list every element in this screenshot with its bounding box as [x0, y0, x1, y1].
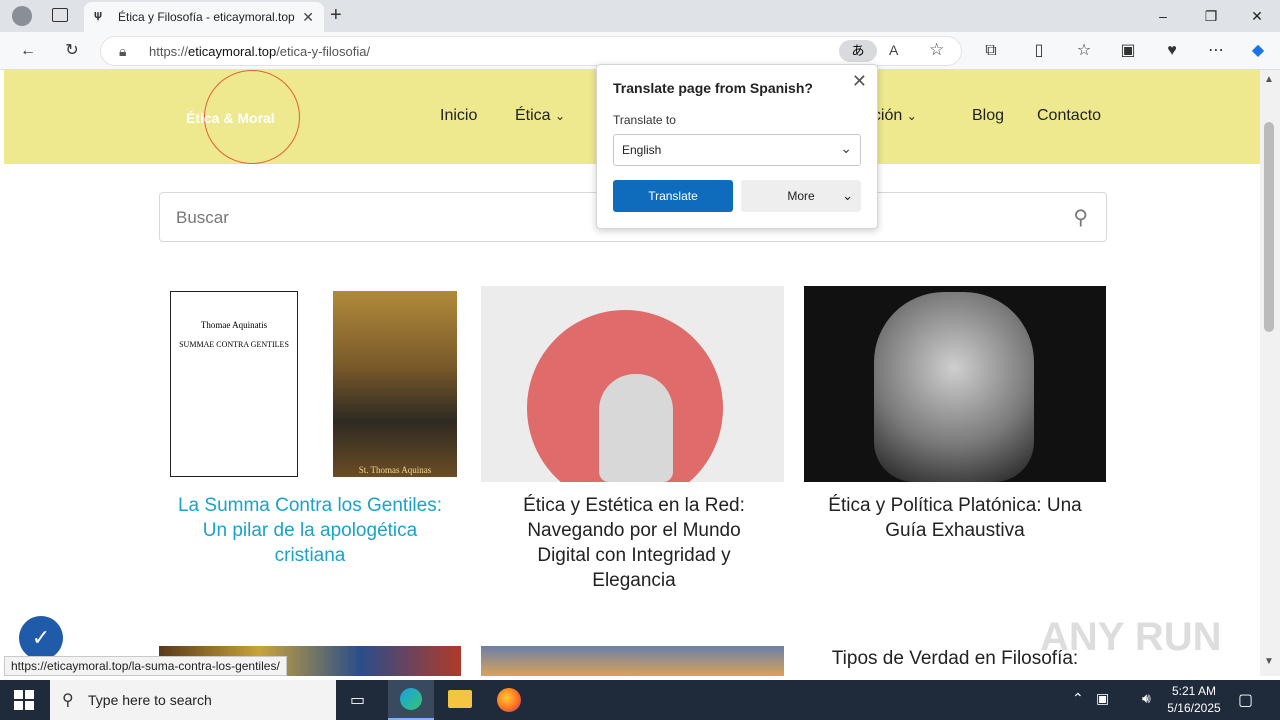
- performance-icon[interactable]: ♥: [1160, 40, 1184, 62]
- taskbar-search-input[interactable]: Type here to search: [88, 692, 212, 708]
- tab-actions-icon[interactable]: [52, 8, 68, 22]
- search-icon[interactable]: ⚲: [1073, 205, 1088, 230]
- more-menu-icon[interactable]: ⋯: [1204, 40, 1228, 62]
- browser-tab-bar: 𝛙 Ética y Filosofía - eticaymoral.top ✕ …: [0, 0, 1280, 32]
- extensions-icon[interactable]: ⧉: [979, 40, 1003, 62]
- post-title-3[interactable]: Ética y Política Platónica: Una Guía Exh…: [814, 493, 1096, 543]
- favorites-icon[interactable]: ☆: [1072, 40, 1096, 62]
- vertical-scrollbar[interactable]: ▲ ▼: [1260, 70, 1280, 676]
- new-tab-button[interactable]: +: [330, 4, 342, 27]
- accessibility-icon[interactable]: ✓: [19, 616, 63, 660]
- notifications-icon[interactable]: ▢: [1238, 690, 1253, 710]
- translate-popup: Translate page from Spanish? ✕ Translate…: [596, 64, 878, 229]
- scroll-down-icon[interactable]: ▼: [1264, 656, 1274, 667]
- volume-icon[interactable]: 🔊︎: [1142, 690, 1151, 707]
- nav-blog[interactable]: Blog: [972, 107, 1004, 125]
- book-title-text: SUMMAE CONTRA GENTILES: [179, 340, 289, 349]
- edge-taskbar-icon[interactable]: [388, 680, 434, 720]
- post-title-2[interactable]: Ética y Estética en la Red: Navegando po…: [504, 493, 764, 593]
- nav-inicio[interactable]: Inicio: [440, 107, 477, 125]
- post-image-3[interactable]: [804, 286, 1106, 482]
- statue-bust: [599, 374, 673, 482]
- status-url-tooltip: https://eticaymoral.top/la-suma-contra-l…: [4, 656, 287, 676]
- back-icon[interactable]: ←: [16, 40, 40, 62]
- scroll-thumb[interactable]: [1264, 122, 1274, 332]
- chevron-down-icon: ⌄: [840, 140, 852, 156]
- favorite-star-icon[interactable]: ☆: [929, 40, 944, 60]
- restore-button[interactable]: ❐: [1188, 4, 1234, 28]
- search-input[interactable]: Buscar: [176, 208, 229, 228]
- refresh-icon[interactable]: ↻: [60, 40, 84, 62]
- close-window-button[interactable]: ✕: [1234, 4, 1280, 28]
- close-tab-icon[interactable]: ✕: [302, 9, 314, 26]
- task-view-icon[interactable]: ▭: [350, 690, 365, 710]
- language-select-value: English: [622, 143, 662, 157]
- active-tab[interactable]: 𝛙 Ética y Filosofía - eticaymoral.top ✕: [84, 2, 324, 32]
- copilot-icon[interactable]: ◆: [1246, 40, 1270, 62]
- translate-button[interactable]: Translate: [613, 180, 733, 212]
- icon-caption-text: St. Thomas Aquinas: [358, 465, 432, 475]
- translate-icon[interactable]: あ: [839, 40, 877, 62]
- show-hidden-icons-icon[interactable]: ⌃: [1072, 690, 1084, 707]
- chevron-down-icon: ⌄: [906, 109, 917, 123]
- lock-icon[interactable]: 🔒︎: [119, 43, 126, 60]
- file-explorer-icon[interactable]: [448, 690, 472, 708]
- read-aloud-icon[interactable]: A: [889, 42, 898, 58]
- collections-icon[interactable]: ▣: [1116, 40, 1140, 62]
- site-favicon-icon: 𝛙: [94, 9, 103, 21]
- more-button[interactable]: More ⌄: [741, 180, 861, 212]
- nav-etica[interactable]: Ética ⌄: [515, 107, 565, 125]
- windows-taskbar: ⚲ Type here to search ▭ ⌃ ▣ 🔊︎ 5:21 AM 5…: [0, 680, 1280, 720]
- chevron-down-icon: ⌄: [555, 109, 566, 123]
- post-image-1[interactable]: Thomae Aquinatis SUMMAE CONTRA GENTILES …: [159, 286, 461, 482]
- search-icon: ⚲: [62, 692, 74, 709]
- logo-text: Ética & Moral: [186, 110, 275, 126]
- aquinas-icon-image: St. Thomas Aquinas: [333, 291, 457, 477]
- translate-popup-title: Translate page from Spanish?: [613, 80, 813, 96]
- book-author-text: Thomae Aquinatis: [200, 320, 268, 330]
- firefox-icon[interactable]: [497, 688, 521, 712]
- plato-bust: [874, 292, 1034, 482]
- taskbar-search[interactable]: ⚲ Type here to search: [50, 680, 336, 720]
- post-title-1[interactable]: La Summa Contra los Gentiles: Un pilar d…: [168, 493, 452, 568]
- post-image-2[interactable]: [481, 286, 784, 482]
- tab-title: Ética y Filosofía - eticaymoral.top: [118, 10, 295, 24]
- split-screen-icon[interactable]: ▯: [1027, 40, 1051, 62]
- minimize-button[interactable]: –: [1140, 4, 1186, 28]
- close-icon[interactable]: ✕: [852, 71, 867, 92]
- clock-date: 5/16/2025: [1167, 701, 1221, 715]
- watermark-text: ANY RUN: [1040, 615, 1222, 659]
- address-bar[interactable]: 🔒︎ https://eticaymoral.top/etica-y-filos…: [100, 36, 962, 66]
- language-select[interactable]: English ⌄: [613, 134, 861, 166]
- translate-to-label: Translate to: [613, 113, 676, 127]
- taskbar-clock[interactable]: 5:21 AM 5/16/2025: [1162, 683, 1226, 717]
- windows-start-icon[interactable]: [14, 690, 34, 710]
- post-image-5[interactable]: [481, 646, 784, 676]
- network-icon[interactable]: ▣: [1096, 690, 1109, 707]
- profile-icon[interactable]: [12, 6, 32, 26]
- chevron-down-icon: ⌄: [842, 188, 853, 203]
- clock-time: 5:21 AM: [1171, 684, 1217, 698]
- url-text: https://eticaymoral.top/etica-y-filosofi…: [149, 44, 371, 59]
- nav-contacto[interactable]: Contacto: [1037, 107, 1101, 125]
- book-cover: Thomae Aquinatis SUMMAE CONTRA GENTILES: [170, 291, 298, 477]
- scroll-up-icon[interactable]: ▲: [1264, 74, 1274, 85]
